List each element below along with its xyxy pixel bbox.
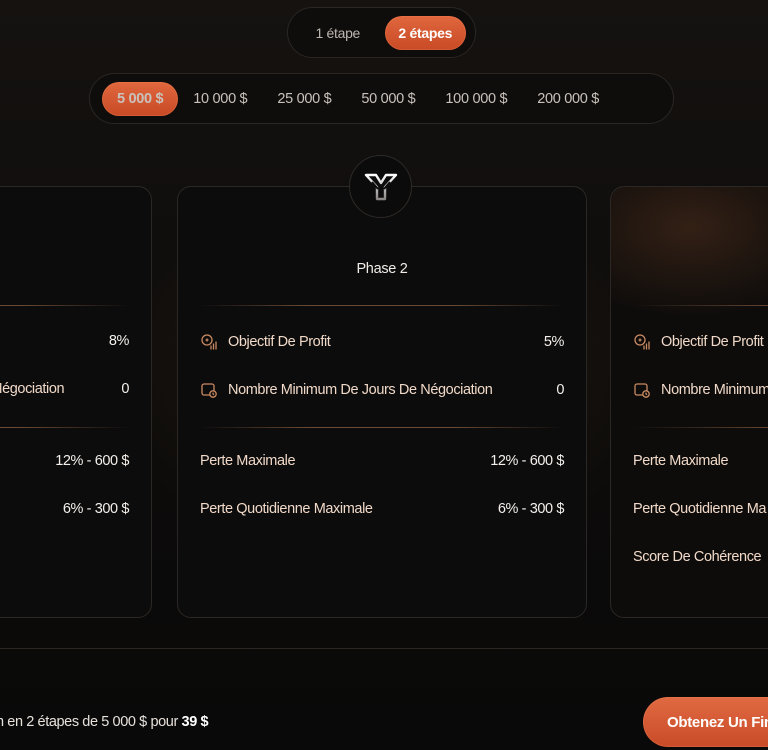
calendar-clock-icon: [200, 381, 218, 399]
card-divider: [200, 427, 564, 428]
account-size-selector: 5 000 $ 10 000 $ 25 000 $ 50 000 $ 100 0…: [89, 73, 674, 124]
get-funded-button[interactable]: Obtenez Un Fina: [643, 697, 768, 747]
min-days-row: Négociation 0: [0, 381, 129, 397]
profit-target-value: 5%: [543, 334, 565, 350]
row-value: 8%: [108, 333, 130, 349]
coin-chart-icon: [200, 333, 218, 351]
min-days-label: Nombre Minimum: [661, 382, 768, 398]
order-summary: n en 2 étapes de 5 000 $ pour 39 $: [0, 714, 209, 730]
row-label-wrap: Nombre Minimum: [633, 381, 768, 399]
summary-text: n en 2 étapes de 5 000 $ pour: [0, 714, 182, 730]
brand-logo-icon: [349, 155, 412, 218]
row-label: Négociation: [0, 381, 65, 397]
profit-target-label: Objectif De Profit: [228, 334, 331, 350]
row-label-wrap: Nombre Minimum De Jours De Négociation: [200, 381, 493, 399]
max-loss-row: Perte Maximale 12% - 600 $: [200, 453, 564, 469]
max-loss-label: Perte Maximale: [200, 453, 296, 469]
step-toggle: 1 étape 2 étapes: [287, 7, 476, 58]
card-divider: [0, 427, 129, 428]
profit-target-row: Objectif De Profit: [633, 333, 768, 351]
consistency-row: Score De Cohérence: [633, 549, 768, 565]
max-daily-loss-label: Perte Quotidienne Maximale: [200, 501, 373, 517]
size-option-50000[interactable]: 50 000 $: [346, 82, 430, 116]
footer-divider: [0, 648, 768, 649]
min-days-row: Nombre Minimum De Jours De Négociation 0: [200, 381, 564, 399]
card-divider: [633, 427, 768, 428]
size-option-10000[interactable]: 10 000 $: [178, 82, 262, 116]
card-divider: [633, 305, 768, 306]
card-divider: [0, 305, 129, 306]
min-days-value: 0: [556, 382, 564, 398]
page: 1 étape 2 étapes 5 000 $ 10 000 $ 25 000…: [0, 0, 768, 750]
coin-chart-icon: [633, 333, 651, 351]
phase-card-2: Phase 2 Objectif De Profit 5% Nombre Min…: [177, 186, 587, 618]
size-option-100000[interactable]: 100 000 $: [430, 82, 522, 116]
max-loss-value: 12% - 600 $: [490, 453, 564, 469]
max-daily-loss-row: 6% - 300 $: [0, 501, 130, 517]
phase-title: Phase 2: [356, 261, 408, 277]
row-value: 0: [121, 381, 129, 397]
step-option-2[interactable]: 2 étapes: [384, 15, 466, 50]
row-value: 12% - 600 $: [55, 453, 129, 469]
phase-card-3: Objectif De Profit Nombre Minimum Perte …: [610, 186, 768, 618]
phase-card-1: 8% Négociation 0 12% - 600 $ 6% - 300 $: [0, 186, 152, 618]
size-option-200000[interactable]: 200 000 $: [522, 82, 614, 116]
max-loss-row: Perte Maximale: [633, 453, 768, 469]
min-days-label: Nombre Minimum De Jours De Négociation: [228, 382, 493, 398]
max-daily-loss-value: 6% - 300 $: [497, 501, 565, 517]
min-days-row: Nombre Minimum: [633, 381, 768, 399]
calendar-clock-icon: [633, 381, 651, 399]
row-label-wrap: Objectif De Profit: [200, 333, 331, 351]
row-label-wrap: Objectif De Profit: [633, 333, 764, 351]
step-option-1[interactable]: 1 étape: [297, 16, 379, 50]
profit-target-row: 8%: [0, 333, 130, 349]
max-daily-loss-row: Perte Quotidienne Ma: [633, 501, 768, 517]
profit-target-label: Objectif De Profit: [661, 334, 764, 350]
profit-target-row: Objectif De Profit 5%: [200, 333, 564, 351]
card-divider: [200, 305, 564, 306]
size-option-5000[interactable]: 5 000 $: [102, 81, 179, 116]
max-daily-loss-label: Perte Quotidienne Ma: [633, 501, 767, 517]
max-loss-row: 12% - 600 $: [0, 453, 129, 469]
summary-price: 39 $: [181, 714, 209, 730]
max-daily-loss-row: Perte Quotidienne Maximale 6% - 300 $: [200, 501, 564, 517]
consistency-label: Score De Cohérence: [633, 549, 762, 565]
max-loss-label: Perte Maximale: [633, 453, 729, 469]
size-option-25000[interactable]: 25 000 $: [262, 82, 346, 116]
row-value: 6% - 300 $: [62, 501, 130, 517]
